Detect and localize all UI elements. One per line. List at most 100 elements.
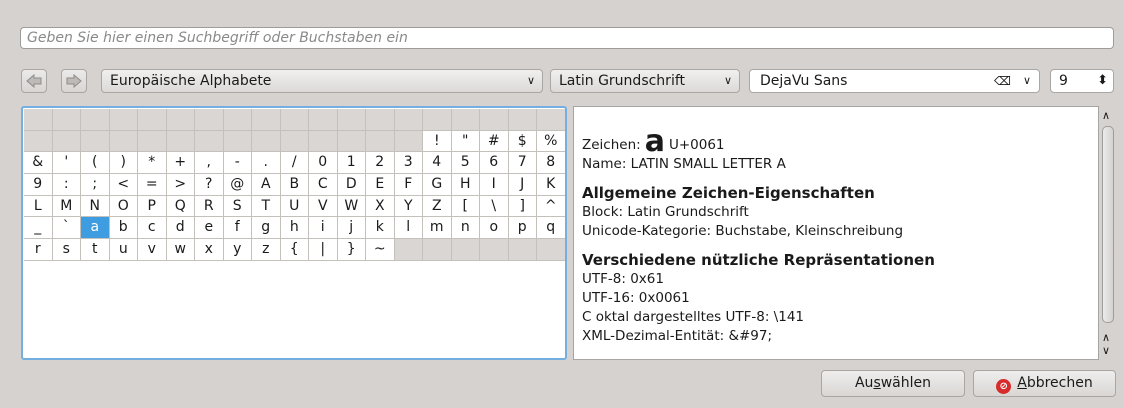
forward-button[interactable] [61, 69, 87, 93]
character-cell[interactable]: I [480, 174, 509, 196]
character-cell[interactable]: % [537, 130, 565, 153]
character-cell[interactable]: 9 [24, 174, 53, 196]
character-cell[interactable]: h [280, 217, 309, 240]
character-cell[interactable]: 0 [309, 152, 338, 175]
character-cell[interactable]: D [337, 174, 366, 196]
character-cell[interactable]: > [166, 174, 195, 196]
character-cell[interactable]: 3 [394, 152, 423, 175]
character-grid[interactable]: ! " # $% & '() * +, -./0 1 2 3 4 5 6 7 8 9:; < = >? @ A B C D E F G H… [24, 109, 565, 261]
character-cell[interactable]: r [24, 239, 53, 261]
character-cell[interactable]: 8 [537, 152, 565, 175]
character-cell[interactable]: q [537, 217, 565, 240]
character-cell[interactable]: c [138, 217, 167, 240]
section-select[interactable]: Europäische Alphabete ∨ [101, 69, 543, 93]
character-cell[interactable]: - [223, 152, 252, 175]
character-cell[interactable]: J [508, 174, 537, 196]
select-button[interactable]: Auswählen [821, 370, 965, 397]
character-cell[interactable]: S [223, 195, 252, 218]
character-cell[interactable]: P [138, 195, 167, 218]
character-cell[interactable]: b [109, 217, 138, 240]
character-cell[interactable]: N [81, 195, 110, 218]
clear-text-icon[interactable]: ⌫ [994, 73, 1011, 89]
character-cell[interactable]: $ [508, 130, 537, 153]
character-cell[interactable]: C [309, 174, 338, 196]
character-cell[interactable]: B [280, 174, 309, 196]
character-cell[interactable]: j [337, 217, 366, 240]
character-cell[interactable]: 4 [423, 152, 452, 175]
font-select[interactable]: DejaVu Sans ⌫ ∨ [749, 69, 1040, 93]
character-cell[interactable]: L [24, 195, 53, 218]
character-cell[interactable]: _ [24, 217, 53, 240]
character-cell[interactable]: ) [109, 152, 138, 175]
character-cell[interactable]: w [166, 239, 195, 261]
character-cell[interactable]: ' [52, 152, 81, 175]
character-cell[interactable]: i [309, 217, 338, 240]
character-cell[interactable]: U [280, 195, 309, 218]
character-cell[interactable]: p [508, 217, 537, 240]
character-cell[interactable]: = [138, 174, 167, 196]
character-cell[interactable]: t [81, 239, 110, 261]
block-select[interactable]: Latin Grundschrift ∨ [550, 69, 740, 93]
character-cell[interactable]: ` [52, 217, 81, 240]
character-cell[interactable]: R [195, 195, 224, 218]
character-cell[interactable]: G [423, 174, 452, 196]
character-cell[interactable]: * [138, 152, 167, 175]
character-cell[interactable]: { [280, 239, 309, 261]
character-cell[interactable]: e [195, 217, 224, 240]
character-cell[interactable]: X [366, 195, 395, 218]
character-cell[interactable]: ; [81, 174, 110, 196]
character-cell[interactable]: f [223, 217, 252, 240]
scroll-down-icon[interactable]: ∨ [1102, 345, 1110, 356]
character-cell[interactable]: 7 [508, 152, 537, 175]
character-cell[interactable]: / [280, 152, 309, 175]
character-cell[interactable]: s [52, 239, 81, 261]
character-cell[interactable]: } [337, 239, 366, 261]
character-cell[interactable]: M [52, 195, 81, 218]
character-cell[interactable]: V [309, 195, 338, 218]
character-cell[interactable]: O [109, 195, 138, 218]
font-size-spinbox[interactable]: 9 ⬍ [1050, 69, 1114, 93]
character-cell[interactable]: m [423, 217, 452, 240]
character-cell[interactable]: , [195, 152, 224, 175]
back-button[interactable] [21, 69, 47, 93]
character-cell[interactable]: Y [394, 195, 423, 218]
character-cell[interactable]: ~ [366, 239, 395, 261]
scroll-up-icon[interactable]: ∧ [1102, 332, 1110, 343]
character-cell[interactable]: ^ [537, 195, 565, 218]
character-cell[interactable]: F [394, 174, 423, 196]
character-cell[interactable]: ( [81, 152, 110, 175]
character-cell[interactable]: H [451, 174, 480, 196]
character-cell[interactable]: : [52, 174, 81, 196]
character-cell[interactable]: 1 [337, 152, 366, 175]
character-cell[interactable]: T [252, 195, 281, 218]
character-table[interactable]: ! " # $% & '() * +, -./0 1 2 3 4 5 6 7 8 9:; < = >? @ A B C D E F G H… [21, 106, 567, 360]
character-cell[interactable]: o [480, 217, 509, 240]
character-cell[interactable]: 6 [480, 152, 509, 175]
character-cell[interactable]: < [109, 174, 138, 196]
character-cell[interactable]: # [480, 130, 509, 153]
character-cell[interactable]: . [252, 152, 281, 175]
character-cell[interactable]: & [24, 152, 53, 175]
character-cell[interactable]: u [109, 239, 138, 261]
character-cell[interactable]: E [366, 174, 395, 196]
character-cell[interactable]: z [252, 239, 281, 261]
character-cell[interactable]: k [366, 217, 395, 240]
character-cell[interactable]: [ [451, 195, 480, 218]
chevron-down-icon[interactable]: ∨ [1023, 73, 1031, 89]
search-input[interactable]: Geben Sie hier einen Suchbegriff oder Bu… [20, 27, 1114, 49]
character-cell[interactable]: a [81, 217, 110, 240]
character-cell[interactable]: g [252, 217, 281, 240]
character-cell[interactable]: l [394, 217, 423, 240]
character-cell[interactable]: | [309, 239, 338, 261]
character-cell[interactable]: ] [508, 195, 537, 218]
character-cell[interactable]: v [138, 239, 167, 261]
character-cell[interactable]: ! [423, 130, 452, 153]
character-cell[interactable]: A [252, 174, 281, 196]
character-cell[interactable]: Q [166, 195, 195, 218]
scroll-up-icon[interactable]: ∧ [1102, 110, 1110, 121]
character-cell[interactable]: x [195, 239, 224, 261]
character-cell[interactable]: K [537, 174, 565, 196]
character-cell[interactable]: + [166, 152, 195, 175]
character-cell[interactable]: \ [480, 195, 509, 218]
character-cell[interactable]: n [451, 217, 480, 240]
